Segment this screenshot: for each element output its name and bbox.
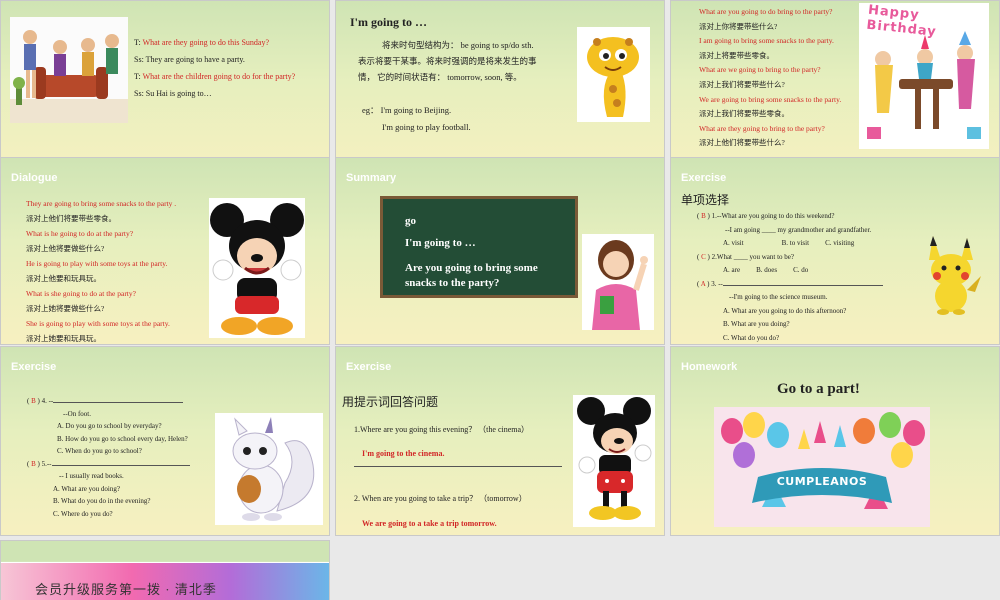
- slide-heading: Dialogue: [11, 172, 58, 184]
- question-1: ( B ) 1.--What are you going to do this …: [697, 212, 835, 220]
- text-line: 派对上我们将要带些什么?: [699, 79, 785, 89]
- question-2-options: A. are B. does C. do: [723, 266, 809, 274]
- text-line: We are going to bring some snacks to the…: [699, 94, 842, 104]
- question-4-line-2: --On foot.: [63, 409, 91, 418]
- board-line-4: snacks to the party?: [405, 277, 500, 289]
- text-line: 派对上他们将要带些零食。: [26, 214, 116, 223]
- dialogue-line-1: T: What are they going to do this Sunday…: [134, 38, 269, 47]
- slide-10[interactable]: 会员升级服务第一拨 · 清北季: [1, 541, 329, 600]
- mickey-mouse-illustration: [573, 395, 655, 527]
- answer-1: I'm going to the cinema.: [362, 449, 445, 458]
- chalkboard: go I'm going to … Are you going to bring…: [380, 196, 578, 298]
- slide-7[interactable]: Exercise ( B ) 4. -- --On foot. A. Do yo…: [1, 347, 329, 535]
- grammar-line-1: 将来时句型结构为： be going to sp/do sth.: [382, 40, 534, 50]
- question-5-option-a: A. What are you doing?: [53, 484, 120, 493]
- slide-6[interactable]: Exercise 单项选择 ( B ) 1.--What are you goi…: [671, 158, 999, 344]
- teacher-illustration: [582, 234, 654, 330]
- question-2: 2. When are you going to take a trip？ （t…: [354, 494, 527, 503]
- answer-2: We are going to a take a trip tomorrow.: [362, 519, 497, 528]
- question-3-line-2: --I'm going to the science museum.: [729, 293, 828, 301]
- exercise-title: 用提示词回答问题: [342, 395, 439, 409]
- text-line: What is she going to do at the party?: [26, 289, 136, 298]
- text-line: 派对上他们将要带些什么?: [699, 138, 785, 148]
- question-4-option-a: A. Do you go to school by everyday?: [57, 422, 162, 430]
- slide-heading: Homework: [681, 361, 738, 373]
- example-2: I'm going to play football.: [382, 122, 471, 132]
- birthday-party-illustration: Happy Birthday: [859, 3, 989, 149]
- slide-3[interactable]: What are you going to do bring to the pa…: [671, 1, 999, 179]
- giraffe-illustration: [577, 27, 650, 122]
- slide-9[interactable]: Homework Go to a part! CUMPLEANOS: [671, 347, 999, 535]
- question-3-option-b: B. What are you doing?: [723, 320, 790, 328]
- slide-1[interactable]: T: What are they going to do this Sunday…: [1, 1, 329, 179]
- text-line: 派对上我们将要带些零食。: [699, 109, 789, 119]
- slide-heading: Exercise: [681, 172, 727, 184]
- text-line: She is going to play with some toys at t…: [26, 319, 170, 328]
- dialogue-line-2: Ss: They are going to have a party.: [134, 55, 245, 64]
- slide-title: I'm going to …: [350, 15, 428, 29]
- text-line: What is he going to do at the party?: [26, 229, 134, 238]
- question-5-line-2: -- I usually read books.: [59, 472, 124, 480]
- question-5: ( B ) 5.--: [27, 458, 190, 471]
- example-1: eg： I'm going to Beijing.: [362, 105, 452, 115]
- slide-8[interactable]: Exercise 用提示词回答问题 1.Where are you going …: [336, 347, 664, 535]
- slide-2[interactable]: I'm going to … 将来时句型结构为： be going to sp/…: [336, 1, 664, 179]
- text-line: 派对上你将要带些什么?: [699, 21, 778, 31]
- text-line: 派对上她将要做些什么?: [26, 304, 105, 313]
- text-line: 派对上他要和玩具玩。: [26, 274, 101, 283]
- question-5-option-b: B. What do you do in the evening?: [53, 497, 151, 505]
- birthday-balloons-illustration: CUMPLEANOS: [714, 407, 930, 527]
- pikachu-illustration: [917, 230, 987, 320]
- question-1: 1.Where are you going this evening？ （the…: [354, 425, 530, 434]
- question-1-options: A. visit B. to visit C. visiting: [723, 239, 855, 247]
- text-line: What are we going to bring to the party?: [699, 65, 821, 75]
- grammar-line-3: 情， 它的时间状语有： tomorrow, soon, 等。: [358, 72, 522, 82]
- cumpleanos-banner: CUMPLEANOS: [776, 475, 868, 488]
- slide-heading: Summary: [346, 172, 397, 184]
- question-2: ( C ) 2.What ____ you want to be?: [697, 252, 795, 261]
- promo-text: 会员升级服务第一拨 · 清北季: [35, 582, 217, 597]
- question-3: ( A ) 3. --: [697, 278, 883, 292]
- slide-4[interactable]: Dialogue They are going to bring some sn…: [1, 158, 329, 344]
- question-3-option-c: C. What do you do?: [723, 333, 780, 342]
- question-3-option-a: A. What are you going to do this afterno…: [723, 306, 847, 315]
- slide-heading: Exercise: [11, 361, 57, 373]
- dialogue-line-4: Ss: Su Hai is going to…: [134, 89, 212, 98]
- board-line-3: Are you going to bring some: [405, 262, 538, 274]
- squirrel-illustration: [215, 413, 323, 525]
- text-line: I am going to bring some snacks to the p…: [699, 36, 834, 46]
- text-line: He is going to play with some toys at th…: [26, 259, 168, 268]
- question-5-option-c: C. Where do you do?: [53, 509, 113, 518]
- question-4-option-b: B. How do you go to school every day, He…: [57, 434, 188, 443]
- text-line: 派对上他将要做些什么?: [26, 244, 105, 253]
- answer-1-underline: [354, 466, 562, 467]
- exercise-title: 单项选择: [681, 193, 730, 207]
- question-4: ( B ) 4. --: [27, 395, 190, 408]
- question-1-line-2: --I am going ____ my grandmother and gra…: [725, 225, 872, 234]
- board-line-2: I'm going to …: [405, 237, 476, 249]
- text-line: They are going to bring some snacks to t…: [26, 199, 177, 208]
- text-line: What are you going to do bring to the pa…: [699, 7, 833, 16]
- grammar-line-2: 表示将要干某事。将来时强调的是将来发生的事: [358, 56, 537, 66]
- text-line: 派对上她要和玩具玩。: [26, 334, 101, 343]
- mickey-mouse-illustration: [209, 198, 305, 338]
- slide-heading: Exercise: [346, 361, 392, 373]
- text-line: 派对上将要带些零食。: [699, 50, 774, 60]
- homework-title: Go to a part!: [777, 381, 860, 397]
- slide-5[interactable]: Summary go I'm going to … Are you going …: [336, 158, 664, 344]
- question-4-option-c: C. When do you go to school?: [57, 447, 142, 455]
- text-line: What are they going to bring to the part…: [699, 123, 825, 133]
- board-line-1: go: [405, 215, 416, 227]
- dialogue-line-3: T: What are the children going to do for…: [134, 72, 296, 81]
- party-illustration: [10, 17, 128, 123]
